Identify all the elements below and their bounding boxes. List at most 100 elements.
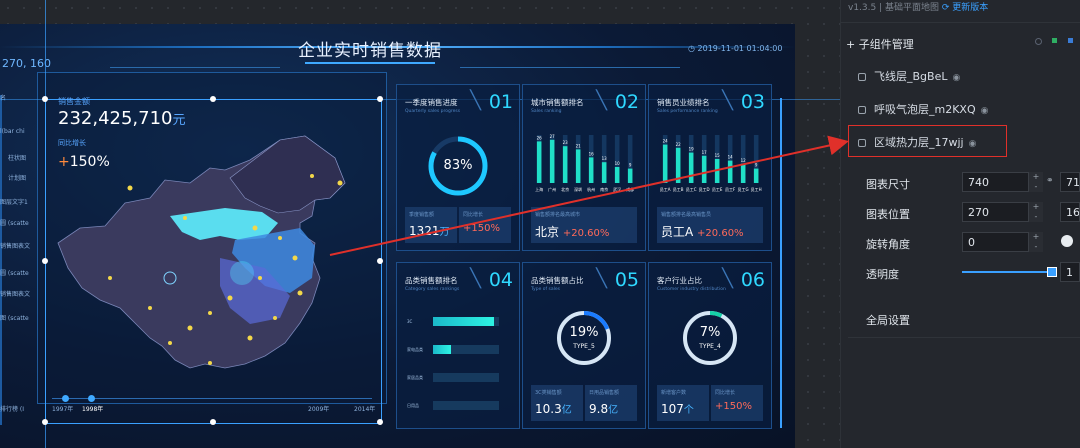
- section-tool-icon[interactable]: [1052, 38, 1057, 43]
- resize-handle[interactable]: [42, 419, 48, 425]
- bar: [549, 139, 555, 183]
- stat-value: 10.3亿: [535, 402, 572, 416]
- y-input[interactable]: 160: [1060, 202, 1080, 222]
- annotation-highlight-box: [848, 125, 1007, 157]
- stat-box: 日用品销售额 9.8亿: [585, 385, 637, 421]
- resize-handle[interactable]: [42, 258, 48, 264]
- stat-box: 同比增长 +150%: [459, 207, 511, 243]
- stat-box: 销售额排名最高城市 北京 +20.60%: [531, 207, 637, 243]
- card-subtitle: Customer industry distribution: [657, 287, 726, 292]
- category-bar-fill: [433, 345, 452, 354]
- category-bar: [433, 401, 499, 410]
- bar-category-label: 杭州: [587, 186, 595, 192]
- card-customer-industry[interactable]: 客户行业占比 Customer industry distribution ╲ …: [648, 262, 772, 429]
- card-salesperson-ranking[interactable]: 销售员业绩排名 Sales performance ranking ╲ 03 2…: [648, 84, 772, 251]
- bar: [675, 147, 681, 183]
- bar-category-label: 员工D: [699, 186, 710, 192]
- opacity-slider-thumb[interactable]: [1047, 267, 1057, 277]
- eye-icon[interactable]: ◉: [981, 106, 989, 116]
- card-city-ranking[interactable]: 城市销售额排名 Sales ranking ╲ 02 26 上海 27 广州 23 北京 2…: [522, 84, 646, 251]
- bar-category-label: 员工E: [712, 186, 723, 192]
- stat-value: +150%: [715, 401, 752, 412]
- resize-handle[interactable]: [42, 96, 48, 102]
- bar-value-label: 15: [715, 153, 721, 158]
- card-category-ranking[interactable]: 品类销售额排名 Category sales rankings ╲ 04 3C …: [396, 262, 520, 429]
- ring-type: TYPE_4: [699, 343, 721, 350]
- timeline-dot[interactable]: [62, 395, 69, 402]
- global-settings[interactable]: 全局设置: [866, 312, 910, 328]
- card-quarterly-progress[interactable]: 一季度销售进度 Quarterly sales progress ╲ 01 83…: [396, 84, 520, 251]
- ghost-tag: 销售图表文: [0, 243, 31, 250]
- eye-icon[interactable]: ◉: [952, 73, 960, 83]
- bar: [688, 152, 694, 183]
- bar-value-label: 24: [663, 139, 669, 144]
- resize-handle[interactable]: [210, 419, 216, 425]
- card-slash: ╲: [596, 268, 607, 289]
- bar-category-label: 员工B: [673, 186, 684, 192]
- opacity-slider[interactable]: [962, 271, 1052, 273]
- x-stepper[interactable]: + -: [1028, 202, 1043, 222]
- rotation-dial-icon[interactable]: [1061, 235, 1073, 247]
- ghost-coordinate: 270, 160: [2, 57, 51, 70]
- section-tool-icon[interactable]: [1068, 38, 1073, 43]
- stat-label: 销售额排名最高城市: [535, 212, 581, 218]
- opacity-label: 透明度: [866, 268, 899, 281]
- timeline-dot[interactable]: [88, 395, 95, 402]
- card-title: 品类销售额排名: [405, 276, 458, 285]
- card-slash: ╲: [722, 90, 733, 111]
- card-category-share[interactable]: 品类销售额占比 Type of sales ╲ 05 19% TYPE_5 3C…: [522, 262, 646, 429]
- category-label: 日用品: [407, 403, 419, 408]
- bar-category-label: 广州: [548, 186, 556, 192]
- bar-value-label: 16: [589, 151, 595, 156]
- timeline[interactable]: [52, 398, 372, 399]
- bar: [575, 149, 581, 183]
- position-label: 图表位置: [866, 208, 910, 221]
- layer-checkbox[interactable]: [858, 106, 866, 114]
- layer-checkbox[interactable]: [858, 73, 866, 81]
- category-bar-fill: [433, 317, 494, 326]
- category-bar: [433, 345, 499, 354]
- card-title: 客户行业占比: [657, 276, 702, 285]
- bar: [727, 160, 733, 183]
- staff-bar-chart: 24 员工A 22 员工B 19 员工C 17 员工D 15 员工E 14 员工F 12 员工G 9 员工H: [660, 135, 762, 192]
- bar-value-label: 23: [563, 140, 569, 145]
- timeline-label: 1997年: [52, 406, 74, 413]
- link-icon[interactable]: ⚭: [1046, 176, 1054, 186]
- subcomponent-section-title[interactable]: + 子组件管理: [846, 36, 914, 52]
- resize-handle[interactable]: [377, 419, 383, 425]
- stat-label: 同比增长: [715, 390, 736, 396]
- ghost-tag: 名: [0, 93, 6, 102]
- resize-handle[interactable]: [377, 96, 383, 102]
- bar-value-label: 22: [676, 142, 682, 147]
- opacity-input[interactable]: 1: [1060, 262, 1080, 282]
- card-slash: ╲: [470, 268, 481, 289]
- resize-handle[interactable]: [377, 258, 383, 264]
- card-number: 02: [614, 91, 639, 113]
- card-slash: ╲: [722, 268, 733, 289]
- selection-box[interactable]: [45, 99, 382, 424]
- category-bar: [433, 373, 499, 382]
- timeline-label: 2009年: [308, 406, 330, 413]
- canvas-scrollbar[interactable]: [780, 98, 782, 428]
- ghost-tag: 圆 (scatte: [0, 220, 29, 227]
- resize-handle[interactable]: [210, 96, 216, 102]
- card-title: 一季度销售进度: [405, 98, 458, 107]
- bar-value-label: 10: [615, 161, 621, 166]
- ghost-tag: l(bar chi: [0, 128, 25, 135]
- layer-item-flyline[interactable]: 飞线层_BgBeL ◉: [858, 68, 960, 84]
- card-subtitle: Sales ranking: [531, 109, 562, 114]
- bar: [701, 155, 707, 183]
- height-input[interactable]: 710: [1060, 172, 1080, 192]
- card-slash: ╲: [470, 90, 481, 111]
- layer-item-bubble[interactable]: 呼吸气泡层_m2KXQ ◉: [858, 101, 988, 117]
- rotation-stepper[interactable]: + -: [1028, 232, 1043, 252]
- width-stepper[interactable]: + -: [1028, 172, 1043, 192]
- stat-box: 新增客户数 107个: [657, 385, 709, 421]
- section-tool-icon[interactable]: [1035, 38, 1042, 45]
- update-version-link[interactable]: ⟳ 更新版本: [942, 3, 988, 13]
- bar-category-label: 北京: [561, 186, 569, 192]
- ghost-tag: 计划图: [8, 175, 27, 182]
- stat-box: 3C类销售额 10.3亿: [531, 385, 583, 421]
- category-label: 3C: [407, 319, 413, 324]
- stat-value: 员工A +20.60%: [661, 225, 744, 239]
